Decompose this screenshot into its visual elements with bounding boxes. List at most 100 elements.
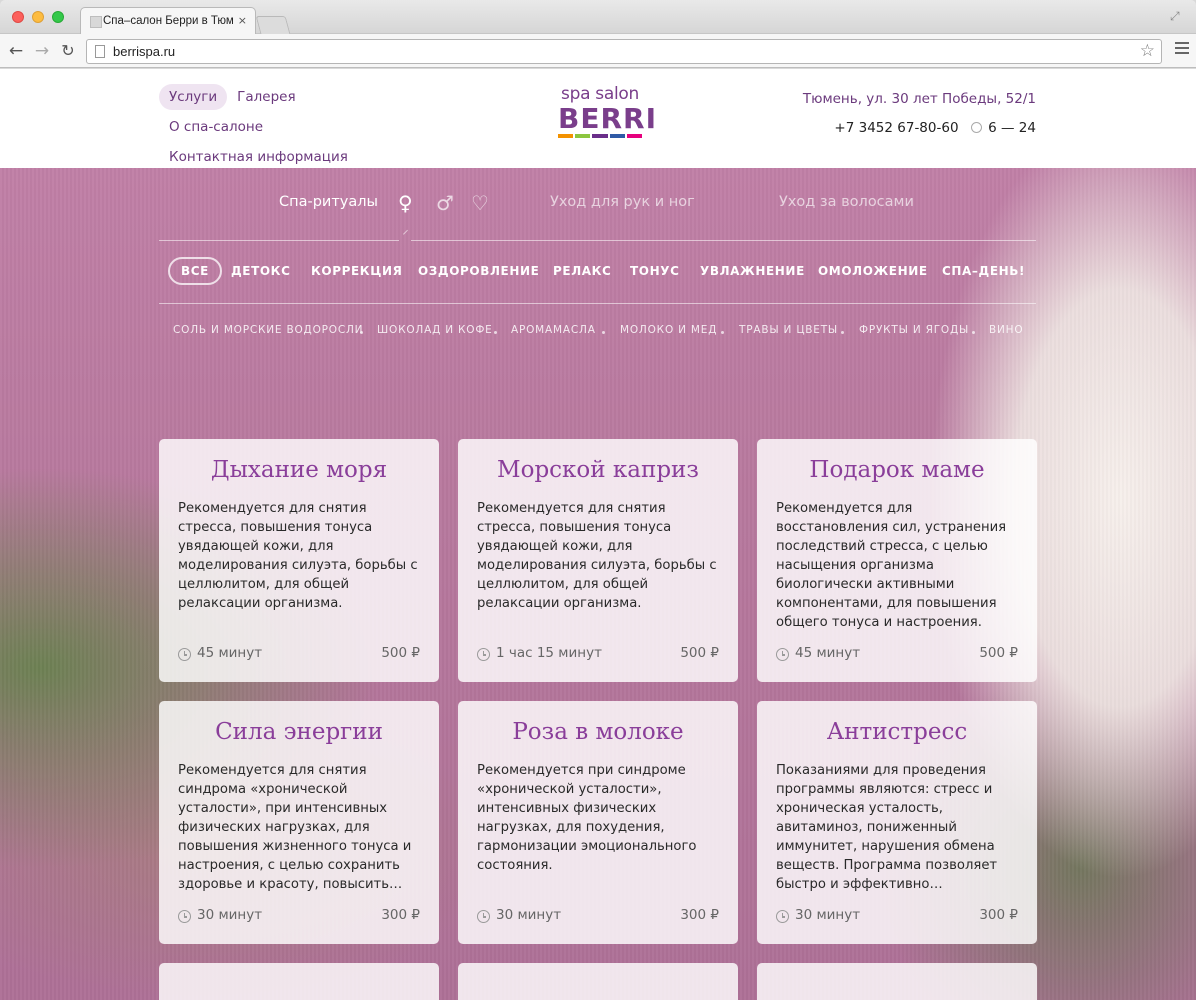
close-window-button[interactable] (12, 11, 24, 23)
clock-icon (776, 648, 789, 661)
phone-number[interactable]: +7 3452 67-80-60 (834, 120, 958, 136)
title-bar: Спа–салон Берри в Тюмени × ⤢ (0, 0, 1196, 35)
page-icon (95, 45, 105, 58)
logo-bar (626, 134, 643, 138)
zoom-window-button[interactable] (52, 11, 64, 23)
filter-spa-day[interactable]: СПА–ДЕНЬ! (942, 257, 1025, 285)
card-title[interactable]: Морской каприз (458, 457, 738, 483)
card-duration: 45 минут (197, 645, 263, 661)
clock-icon (178, 648, 191, 661)
male-icon[interactable]: ♂ (436, 191, 454, 215)
program-card[interactable]: Роза в молоке Рекомендуется при синдроме… (458, 701, 738, 944)
program-card[interactable]: Антистресс Показаниями для проведения пр… (757, 701, 1037, 944)
card-footer: 30 минут 300 ₽ (776, 907, 1018, 925)
divider (159, 303, 1036, 304)
nav-about[interactable]: О спа-салоне (159, 114, 273, 140)
nav-services[interactable]: Услуги (159, 84, 228, 110)
filter-relax[interactable]: РЕЛАКС (553, 257, 611, 285)
address[interactable]: Тюмень, ул. 30 лет Победы, 52/1 (803, 89, 1036, 109)
card-price: 500 ₽ (680, 645, 719, 661)
card-footer: 1 час 15 минут 500 ₽ (477, 645, 719, 663)
site-logo[interactable]: spa salon BERRI (558, 84, 658, 138)
filter-wellness[interactable]: ОЗДОРОВЛЕНИЕ (418, 257, 539, 285)
category-tabs: Спа-ритуалы ♀ ♂ ♡ Уход для рук и ног Ухо… (159, 191, 1036, 224)
subfilter-fruits-berries[interactable]: ФРУКТЫ И ЯГОДЫ (859, 324, 969, 336)
card-duration: 1 час 15 минут (496, 645, 602, 661)
program-card[interactable]: Подарок маме Рекомендуется для восстанов… (757, 439, 1037, 682)
program-card[interactable] (159, 963, 439, 1000)
logo-bar (558, 134, 574, 138)
card-duration: 30 минут (795, 907, 861, 923)
card-title[interactable]: Роза в молоке (458, 719, 738, 745)
hamburger-menu-icon[interactable] (1175, 42, 1189, 56)
separator-dot (841, 331, 844, 334)
filter-tonus[interactable]: ТОНУС (630, 257, 680, 285)
subfilter-aroma-oils[interactable]: АРОМАМАСЛА (511, 324, 596, 336)
separator-dot (972, 331, 975, 334)
logo-bar (575, 134, 591, 138)
filter-moisturizing[interactable]: УВЛАЖНЕНИЕ (700, 257, 805, 285)
card-title[interactable]: Подарок маме (757, 457, 1037, 483)
back-arrow-icon[interactable]: ← (6, 41, 26, 61)
address-bar[interactable]: berrispa.ru ☆ (86, 39, 1162, 64)
filter-rejuvenation[interactable]: ОМОЛОЖЕНИЕ (818, 257, 928, 285)
tab-hair-care[interactable]: Уход за волосами (779, 194, 914, 210)
card-price: 300 ₽ (979, 907, 1018, 923)
reload-icon[interactable]: ↻ (58, 41, 78, 61)
subfilter-wine[interactable]: ВИНО (989, 324, 1023, 336)
logo-color-bars (558, 134, 643, 138)
card-title[interactable]: Сила энергии (159, 719, 439, 745)
program-card[interactable] (757, 963, 1037, 1000)
card-description: Показаниями для проведения программы явл… (776, 763, 998, 892)
card-description: Рекомендуется для снятия стресса, повыше… (477, 501, 717, 611)
site-header: Услуги Галерея О спа-салоне Контактная инф… (0, 69, 1196, 168)
subfilter-chocolate-coffee[interactable]: ШОКОЛАД И КОФЕ (377, 324, 493, 336)
card-footer: 45 минут 500 ₽ (776, 645, 1018, 663)
subfilter-salt-seaweed[interactable]: СОЛЬ И МОРСКИЕ ВОДОРОСЛИ (173, 324, 363, 336)
bookmark-star-icon[interactable]: ☆ (1140, 41, 1155, 61)
filter-correction[interactable]: КОРРЕКЦИЯ (311, 257, 402, 285)
female-icon[interactable]: ♀ (398, 191, 413, 215)
favicon-icon (90, 16, 102, 28)
logo-wordmark: BERRI (558, 102, 658, 135)
program-card[interactable] (458, 963, 738, 1000)
nav-contacts[interactable]: Контактная информация (159, 144, 358, 170)
card-footer: 30 минут 300 ₽ (178, 907, 420, 925)
url-text[interactable]: berrispa.ru (113, 44, 175, 59)
card-title[interactable]: Антистресс (757, 719, 1037, 745)
browser-tab[interactable]: Спа–салон Берри в Тюмени × (80, 7, 256, 35)
phone-line: +7 3452 67-80-60 6 — 24 (803, 118, 1036, 138)
card-footer: 30 минут 300 ₽ (477, 907, 719, 925)
logo-tagline: spa salon (561, 84, 639, 104)
tab-title: Спа–салон Берри в Тюмени (103, 15, 233, 27)
subfilter-milk-honey[interactable]: МОЛОКО И МЕД (620, 324, 717, 336)
forward-arrow-icon[interactable]: → (32, 41, 52, 61)
tab-hands-feet[interactable]: Уход для рук и ног (550, 194, 695, 210)
nav-gallery[interactable]: Галерея (227, 84, 305, 110)
fullscreen-icon[interactable]: ⤢ (1170, 9, 1184, 23)
card-price: 500 ₽ (979, 645, 1018, 661)
subfilter-herbs-flowers[interactable]: ТРАВЫ И ЦВЕТЫ (739, 324, 838, 336)
divider (411, 240, 1036, 241)
divider (159, 240, 399, 241)
card-description: Рекомендуется для снятия синдрома «хрони… (178, 763, 412, 892)
program-card[interactable]: Сила энергии Рекомендуется для снятия си… (159, 701, 439, 944)
minimize-window-button[interactable] (32, 11, 44, 23)
separator-dot (602, 331, 605, 334)
subfilter-list: СОЛЬ И МОРСКИЕ ВОДОРОСЛИ ШОКОЛАД И КОФЕ … (173, 324, 1033, 342)
tab-spa-rituals[interactable]: Спа-ритуалы (279, 194, 378, 210)
card-title[interactable]: Дыхание моря (159, 457, 439, 483)
new-tab-button[interactable] (255, 16, 291, 34)
card-price: 500 ₽ (381, 645, 420, 661)
card-description: Рекомендуется при синдроме «хронической … (477, 763, 697, 873)
card-description: Рекомендуется для восстановления сил, ус… (776, 501, 1007, 630)
card-price: 300 ₽ (381, 907, 420, 923)
clock-icon (178, 910, 191, 923)
couple-heart-icon[interactable]: ♡ (471, 191, 489, 215)
program-card[interactable]: Морской каприз Рекомендуется для снятия … (458, 439, 738, 682)
program-card[interactable]: Дыхание моря Рекомендуется для снятия ст… (159, 439, 439, 682)
filter-detox[interactable]: ДЕТОКС (231, 257, 291, 285)
tab-close-icon[interactable]: × (238, 14, 247, 27)
separator-dot (721, 331, 724, 334)
filter-all[interactable]: ВСЕ (168, 257, 222, 285)
